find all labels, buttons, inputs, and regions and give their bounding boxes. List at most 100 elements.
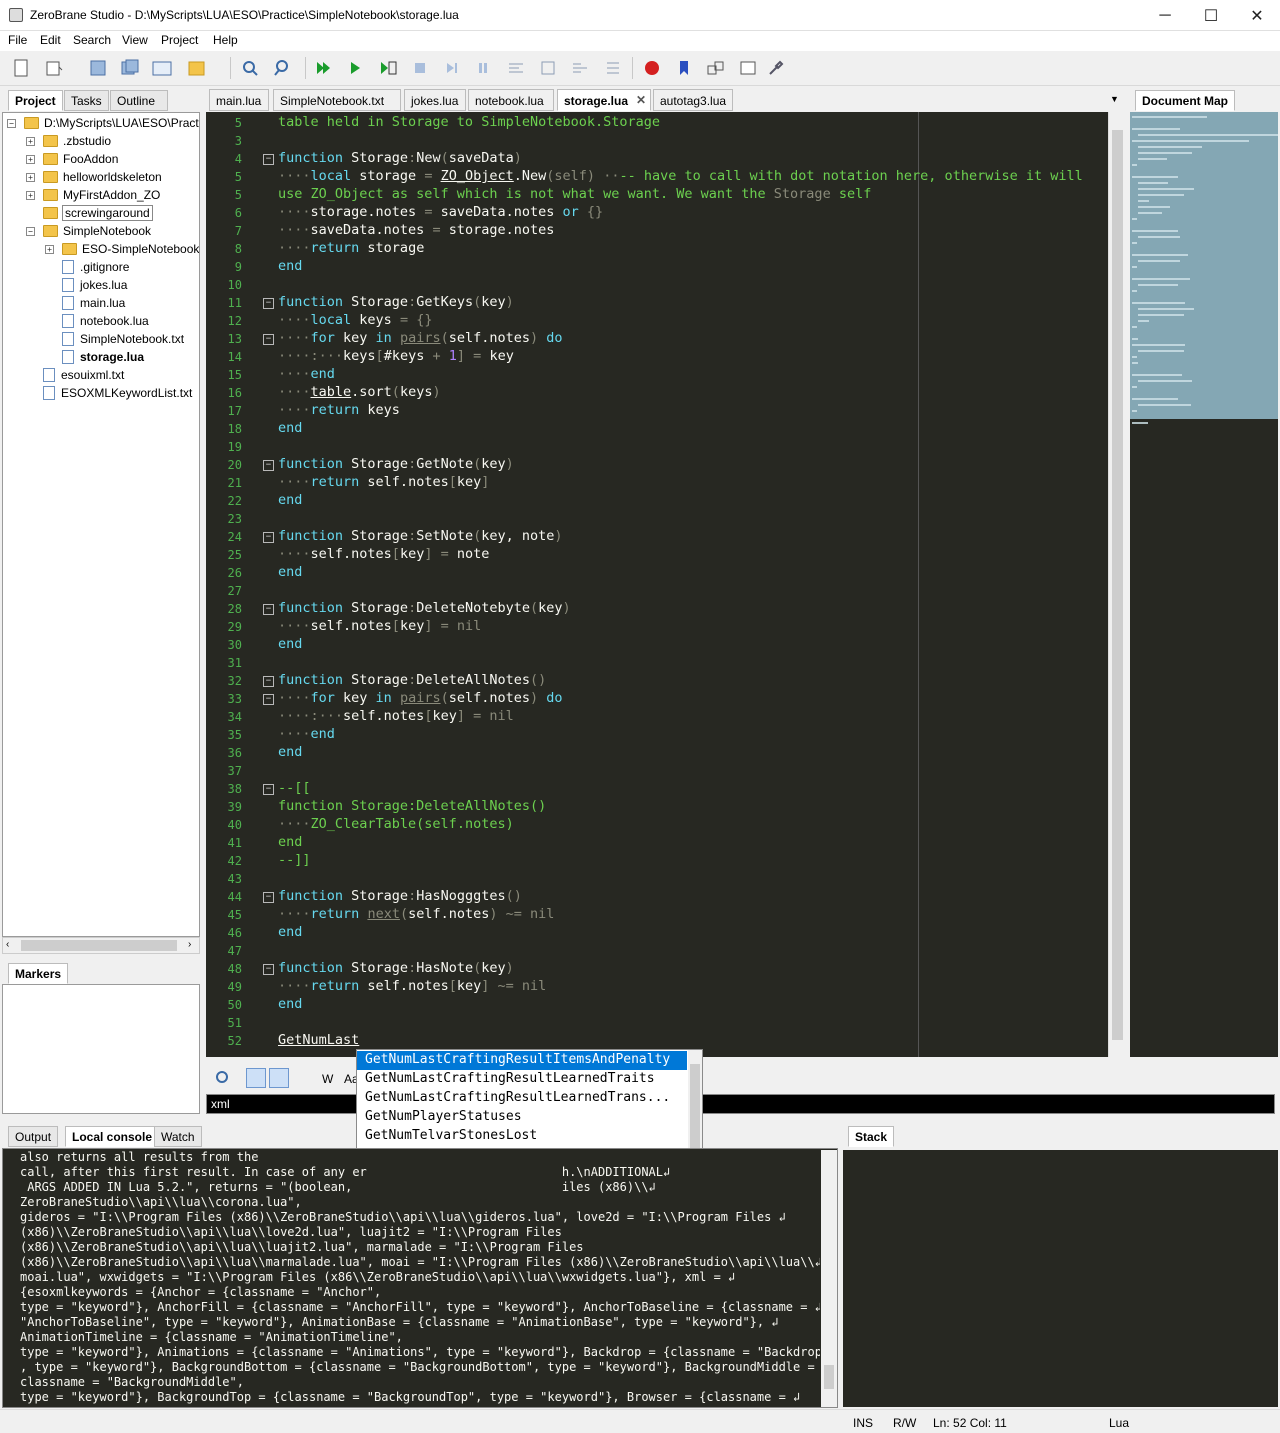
fold-marker-icon[interactable]: − [263,676,274,687]
new-file-icon[interactable] [11,58,31,78]
close-tab-icon[interactable]: ✕ [636,93,646,107]
expander-icon[interactable]: + [26,172,35,182]
watch-icon[interactable] [706,58,726,78]
menu-project[interactable]: Project [161,33,198,47]
tab-outline[interactable]: Outline [110,90,168,111]
fold-marker-icon[interactable]: − [263,532,274,543]
tree-item[interactable]: − SimpleNotebook [26,222,151,240]
code-editor[interactable]: 5 table held in Storage to SimpleNotebook… [206,112,1108,1057]
tab-notebook-lua[interactable]: notebook.lua [468,89,554,111]
expander-icon[interactable]: − [7,118,16,128]
tab-output[interactable]: Output [8,1126,59,1147]
tab-autotag3-lua[interactable]: autotag3.lua [653,89,733,111]
run-icon[interactable] [313,58,333,78]
break-icon[interactable] [473,58,493,78]
console-scroll-thumb[interactable] [824,1365,834,1389]
toggle-breakpoint-icon[interactable] [642,58,662,78]
search-find-icon[interactable] [214,1069,232,1087]
step-over-icon[interactable] [506,58,526,78]
autocomplete-item[interactable]: GetNumLastCraftingResultLearnedTraits [357,1070,687,1089]
tree-item[interactable]: − D:\MyScripts\LUA\ESO\Practi [7,114,199,132]
tree-item[interactable]: main.lua [45,294,125,312]
search-wrap-toggle[interactable] [269,1068,289,1088]
outdent-icon[interactable] [602,58,622,78]
tree-item[interactable]: + .zbstudio [26,132,111,150]
tab-stack[interactable]: Stack [848,1126,895,1147]
minimize-button[interactable]: ─ [1142,0,1188,31]
tree-hscroll-thumb[interactable] [21,940,177,951]
start-debug-icon[interactable] [345,58,365,78]
tools-icon[interactable] [766,58,786,78]
stack-panel[interactable] [843,1150,1278,1407]
stop-icon[interactable] [410,58,430,78]
autocomplete-item[interactable]: GetNumTelvarStonesLost [357,1127,687,1146]
fold-marker-icon[interactable]: − [263,892,274,903]
menu-edit[interactable]: Edit [40,33,61,47]
tab-local-console[interactable]: Local console [65,1126,160,1147]
tree-item[interactable]: .gitignore [45,258,129,276]
tab-markers[interactable]: Markers [8,963,69,984]
tree-item[interactable]: storage.lua [45,348,144,366]
local-console[interactable]: also returns all results from the call, a… [18,1150,820,1407]
tab-project[interactable]: Project [8,90,63,111]
open-file-icon[interactable] [44,58,64,78]
fold-marker-icon[interactable]: − [263,694,274,705]
tree-hscrollbar[interactable]: ‹ › [2,937,200,954]
fold-marker-icon[interactable]: − [263,334,274,345]
console-vscrollbar[interactable] [821,1150,837,1407]
tab-document-map[interactable]: Document Map [1135,90,1236,111]
expander-icon[interactable]: + [45,244,54,254]
autocomplete-item[interactable]: GetNumLastCraftingResultLearnedTrans... [357,1089,687,1108]
fold-marker-icon[interactable]: − [263,460,274,471]
scroll-left-icon[interactable]: ‹ [6,939,9,950]
editor-vscroll-thumb[interactable] [1112,130,1123,1040]
tree-item[interactable]: ESOXMLKeywordList.txt [26,384,192,402]
fold-marker-icon[interactable]: − [263,964,274,975]
document-map[interactable] [1130,112,1278,1057]
scroll-right-icon[interactable]: › [188,939,191,950]
tree-item[interactable]: + helloworldskeleton [26,168,162,186]
stack-icon[interactable] [738,58,758,78]
tree-item[interactable]: jokes.lua [45,276,127,294]
save-all-icon[interactable] [120,58,140,78]
step-out-icon[interactable] [538,58,558,78]
fold-marker-icon[interactable]: − [263,784,274,795]
tab-storage-lua[interactable]: storage.lua ✕ [557,89,651,111]
tab-tasks[interactable]: Tasks [64,90,109,111]
fold-marker-icon[interactable]: − [263,604,274,615]
editor-vscrollbar[interactable] [1108,112,1125,1057]
step-into-icon[interactable] [442,58,462,78]
expander-icon[interactable]: + [26,154,35,164]
search-down-toggle[interactable] [246,1068,266,1088]
fold-marker-icon[interactable]: − [263,154,274,165]
expander-icon[interactable]: − [26,226,35,236]
step-back-icon[interactable] [570,58,590,78]
menu-file[interactable]: File [8,33,27,47]
tree-item[interactable]: SimpleNotebook.txt [45,330,184,348]
menu-view[interactable]: View [122,33,148,47]
close-window-button[interactable]: ✕ [1234,0,1280,31]
whole-word-toggle[interactable]: W [322,1072,333,1086]
find-icon[interactable] [240,58,260,78]
save-icon[interactable] [88,58,108,78]
menu-help[interactable]: Help [213,33,238,47]
tab-jokes-lua[interactable]: jokes.lua [404,89,466,111]
autocomplete-item[interactable]: GetNumPlayerStatuses [357,1108,687,1127]
tree-item[interactable]: esouixml.txt [26,366,124,384]
tree-item[interactable]: + ESO-SimpleNotebook [45,240,199,258]
project-dir-icon[interactable] [152,58,172,78]
maximize-button[interactable]: ☐ [1188,0,1234,31]
tree-item[interactable]: + MyFirstAddon_ZO [26,186,160,204]
tab-simplenotebook-txt[interactable]: SimpleNotebook.txt [273,89,401,111]
run-to-cursor-icon[interactable] [378,58,398,78]
project-tree[interactable]: − D:\MyScripts\LUA\ESO\Practi + .zbstudio + F… [2,112,200,937]
tree-item[interactable]: + FooAddon [26,150,118,168]
project-dir-choose-icon[interactable] [188,58,208,78]
tab-list-dropdown-icon[interactable]: ▼ [1110,94,1119,104]
expander-icon[interactable]: + [26,136,35,146]
tab-watch[interactable]: Watch [154,1126,202,1147]
tree-item[interactable]: notebook.lua [45,312,149,330]
autocomplete-item[interactable]: GetNumLastCraftingResultItemsAndPenalty [357,1051,687,1070]
bookmark-icon[interactable] [674,58,694,78]
find-in-files-icon[interactable] [272,58,292,78]
